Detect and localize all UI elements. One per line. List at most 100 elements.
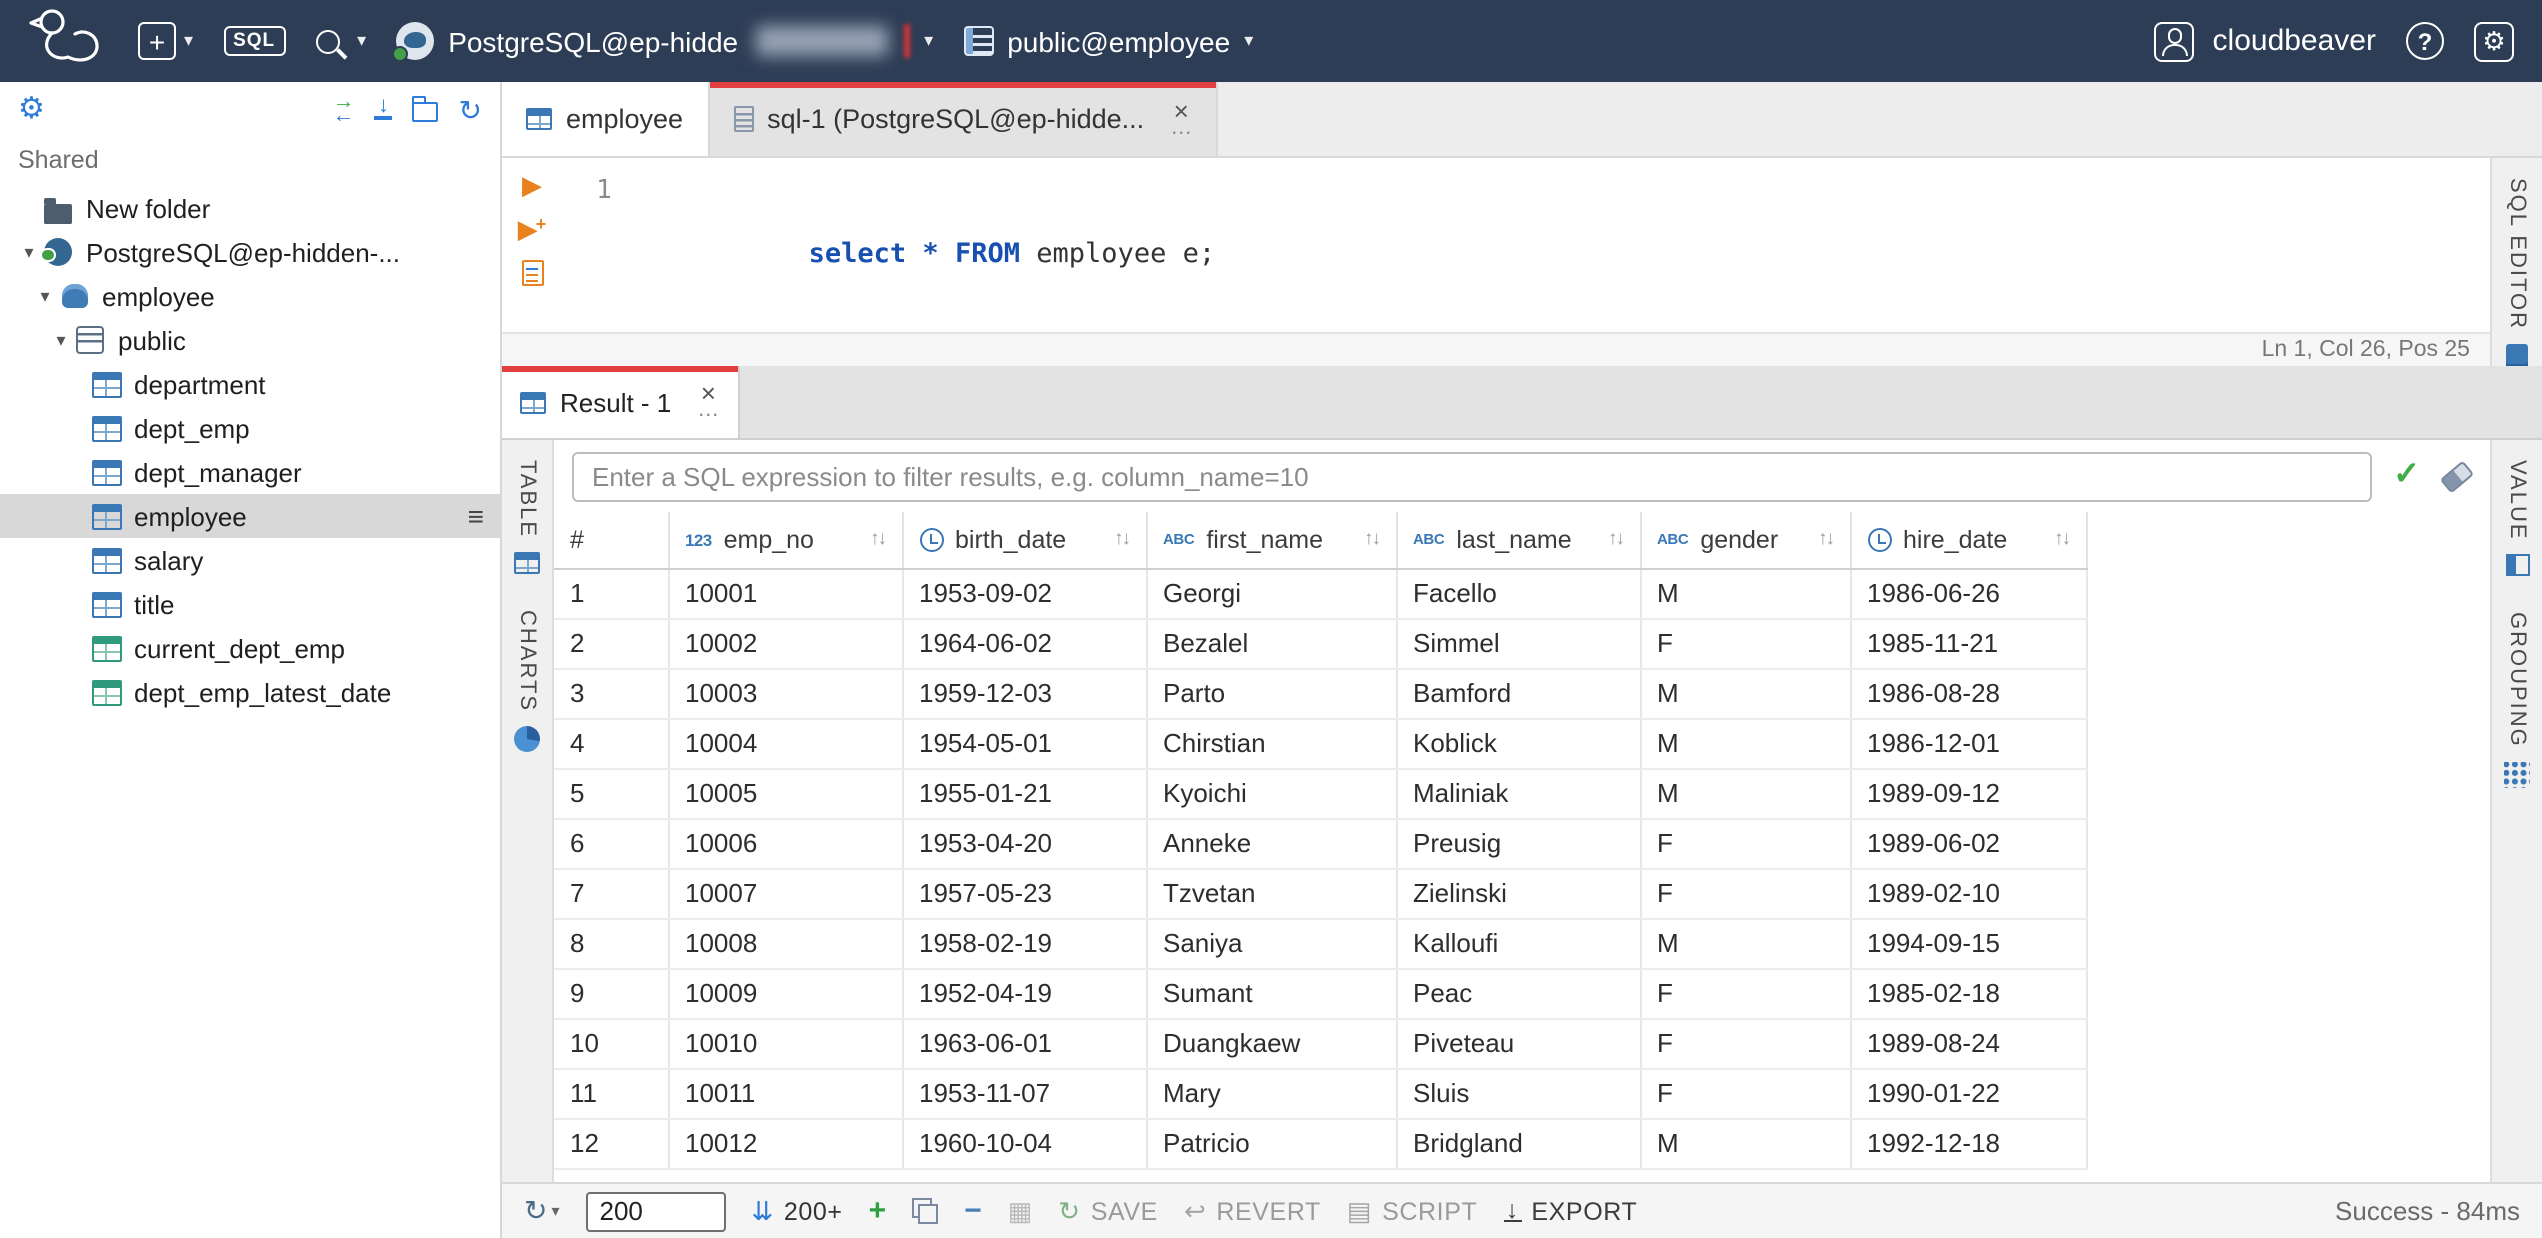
table-row[interactable]: 8 10008 1958-02-19 Saniya Kalloufi M 199…: [554, 918, 2087, 969]
grid-cell[interactable]: 1985-02-18: [1850, 968, 2087, 1019]
settings-button[interactable]: ⚙: [2474, 21, 2514, 61]
table-row[interactable]: 2 10002 1964-06-02 Bezalel Simmel F 1985…: [554, 618, 2087, 669]
grid-cell[interactable]: 1989-09-12: [1850, 768, 2087, 819]
table-row[interactable]: 12 10012 1960-10-04 Patricio Bridgland M…: [554, 1118, 2087, 1169]
link-editor-icon[interactable]: → ←: [333, 92, 355, 125]
grid-cell[interactable]: 10005: [668, 768, 903, 819]
row-number-cell[interactable]: 11: [554, 1068, 669, 1119]
delete-row-button[interactable]: −: [964, 1196, 982, 1226]
apply-filter-icon[interactable]: ✓: [2393, 459, 2420, 492]
table-row[interactable]: 5 10005 1955-01-21 Kyoichi Maliniak M 19…: [554, 768, 2087, 819]
result-tab[interactable]: Result - 1 × …: [502, 366, 740, 438]
chevron-down-icon[interactable]: ▾: [16, 241, 42, 263]
grid-cell[interactable]: 1992-12-18: [1850, 1118, 2087, 1169]
grid-cell[interactable]: 1989-02-10: [1850, 868, 2087, 919]
grid-cell[interactable]: 10011: [668, 1068, 903, 1119]
grid-cell[interactable]: 10006: [668, 818, 903, 869]
grid-cell[interactable]: 1964-06-02: [902, 618, 1147, 669]
grid-cell[interactable]: Chirstian: [1146, 718, 1397, 769]
grid-cell[interactable]: Facello: [1396, 568, 1641, 619]
column-header[interactable]: hire_date ↑↓: [1850, 512, 2087, 569]
table-row[interactable]: 10 10010 1963-06-01 Duangkaew Piveteau F…: [554, 1018, 2087, 1069]
item-menu-icon[interactable]: ≡: [468, 500, 484, 532]
edit-mode-button[interactable]: ▦: [1008, 1198, 1033, 1224]
grid-cell[interactable]: 10008: [668, 918, 903, 969]
tree-item[interactable]: dept_manager ≡: [0, 450, 500, 494]
navigator-settings-icon[interactable]: ⚙: [18, 94, 45, 124]
grid-cell[interactable]: F: [1640, 618, 1851, 669]
grid-cell[interactable]: Bezalel: [1146, 618, 1397, 669]
sql-editor-button[interactable]: SQL: [223, 25, 286, 57]
row-number-cell[interactable]: 12: [554, 1118, 669, 1169]
tree-item[interactable]: New folder ≡: [0, 186, 500, 230]
grid-cell[interactable]: M: [1640, 768, 1851, 819]
row-number-cell[interactable]: 3: [554, 668, 669, 719]
grid-cell[interactable]: M: [1640, 1118, 1851, 1169]
duplicate-row-button[interactable]: [912, 1198, 939, 1224]
row-number-cell[interactable]: 4: [554, 718, 669, 769]
grid-cell[interactable]: Duangkaew: [1146, 1018, 1397, 1069]
grid-cell[interactable]: 1953-11-07: [902, 1068, 1147, 1119]
table-row[interactable]: 9 10009 1952-04-19 Sumant Peac F 1985-02…: [554, 968, 2087, 1019]
execute-query-icon[interactable]: ▶: [522, 172, 542, 198]
execute-new-tab-icon[interactable]: ▶+: [518, 215, 547, 242]
column-header[interactable]: 123 emp_no ↑↓: [668, 512, 903, 569]
row-number-cell[interactable]: 7: [554, 868, 669, 919]
grid-cell[interactable]: 1952-04-19: [902, 968, 1147, 1019]
new-folder-icon[interactable]: [411, 96, 439, 122]
grid-cell[interactable]: 1957-05-23: [902, 868, 1147, 919]
table-row[interactable]: 6 10006 1953-04-20 Anneke Preusig F 1989…: [554, 818, 2087, 869]
grid-cell[interactable]: 1986-12-01: [1850, 718, 2087, 769]
grid-cell[interactable]: Bamford: [1396, 668, 1641, 719]
chevron-down-icon[interactable]: ▾: [32, 285, 58, 307]
add-row-button[interactable]: +: [869, 1196, 887, 1226]
row-number-cell[interactable]: 1: [554, 568, 669, 619]
row-number-cell[interactable]: 2: [554, 618, 669, 669]
row-number-cell[interactable]: 10: [554, 1018, 669, 1069]
grid-cell[interactable]: Koblick: [1396, 718, 1641, 769]
row-number-cell[interactable]: 9: [554, 968, 669, 1019]
grid-cell[interactable]: Parto: [1146, 668, 1397, 719]
grid-cell[interactable]: Anneke: [1146, 818, 1397, 869]
sort-icon[interactable]: ↑↓: [870, 529, 887, 551]
column-header[interactable]: ABC last_name ↑↓: [1396, 512, 1641, 569]
grid-cell[interactable]: M: [1640, 568, 1851, 619]
grid-cell[interactable]: Patricio: [1146, 1118, 1397, 1169]
grid-cell[interactable]: M: [1640, 668, 1851, 719]
grid-cell[interactable]: Tzvetan: [1146, 868, 1397, 919]
sort-icon[interactable]: ↑↓: [2054, 529, 2071, 551]
column-header[interactable]: ABC first_name ↑↓: [1146, 512, 1397, 569]
script-button[interactable]: ▤ SCRIPT: [1347, 1195, 1477, 1227]
table-row[interactable]: 7 10007 1957-05-23 Tzvetan Zielinski F 1…: [554, 868, 2087, 919]
filter-input[interactable]: [572, 451, 2372, 501]
refresh-result-button[interactable]: ↻ ▾: [524, 1194, 560, 1228]
table-row[interactable]: 11 10011 1953-11-07 Mary Sluis F 1990-01…: [554, 1068, 2087, 1119]
grid-cell[interactable]: 1953-09-02: [902, 568, 1147, 619]
grid-cell[interactable]: 10007: [668, 868, 903, 919]
editor-tab[interactable]: sql-1 (PostgreSQL@ep-hidde... × …: [709, 82, 1219, 156]
grid-cell[interactable]: F: [1640, 868, 1851, 919]
grid-cell[interactable]: Maliniak: [1396, 768, 1641, 819]
row-number-cell[interactable]: 8: [554, 918, 669, 969]
tree-item[interactable]: current_dept_emp ≡: [0, 626, 500, 670]
grid-cell[interactable]: 10001: [668, 568, 903, 619]
tree-item[interactable]: employee ≡: [0, 494, 500, 538]
grid-cell[interactable]: F: [1640, 818, 1851, 869]
grid-cell[interactable]: F: [1640, 968, 1851, 1019]
new-object-button[interactable]: + ▾: [138, 22, 193, 60]
execute-script-icon[interactable]: [521, 260, 543, 286]
connection-dropdown[interactable]: PostgreSQL@ep-hidde ▾: [392, 22, 933, 62]
presentation-tab[interactable]: TABLE: [514, 460, 540, 575]
column-header[interactable]: # ↑↓: [554, 512, 669, 569]
refresh-tree-icon[interactable]: ↻: [459, 95, 482, 123]
fetch-more-button[interactable]: ⇊ 200+: [752, 1195, 843, 1227]
grid-cell[interactable]: 1954-05-01: [902, 718, 1147, 769]
sort-icon[interactable]: ↑↓: [1608, 529, 1625, 551]
table-row[interactable]: 3 10003 1959-12-03 Parto Bamford M 1986-…: [554, 668, 2087, 719]
collapse-all-icon[interactable]: ↓: [374, 95, 393, 120]
grid-cell[interactable]: 10010: [668, 1018, 903, 1069]
result-panel-tab[interactable]: VALUE: [2505, 460, 2529, 577]
grid-cell[interactable]: 1960-10-04: [902, 1118, 1147, 1169]
help-button[interactable]: ?: [2406, 22, 2444, 60]
grid-cell[interactable]: 1959-12-03: [902, 668, 1147, 719]
